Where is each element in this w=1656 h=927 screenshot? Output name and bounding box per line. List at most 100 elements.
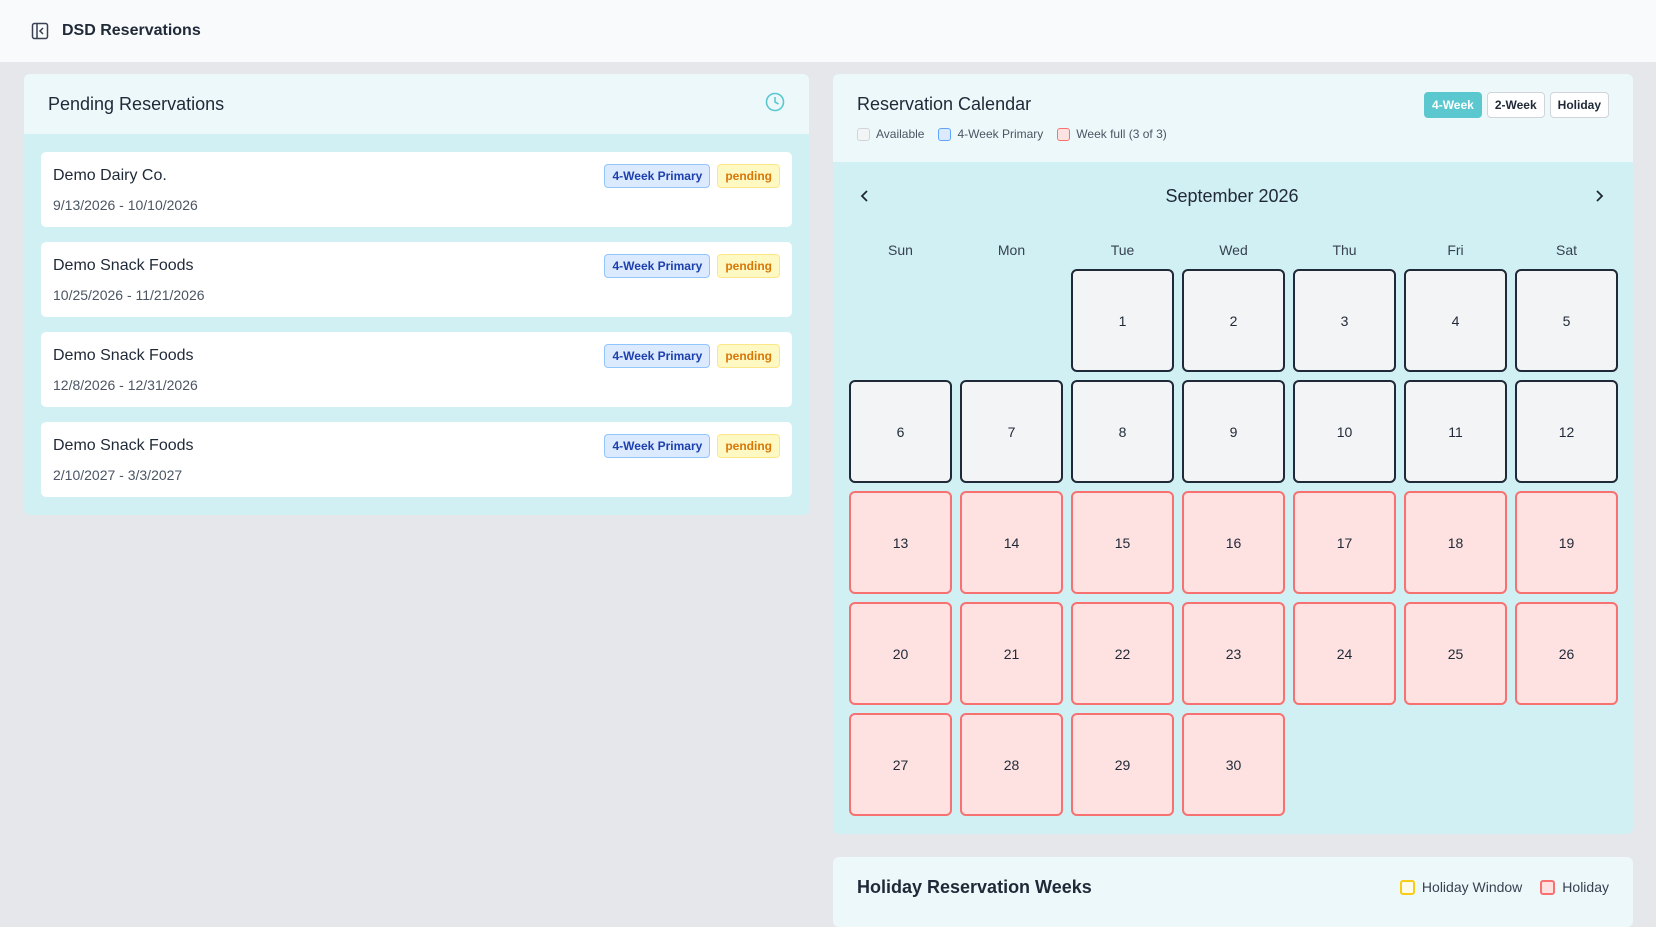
reservation-badges: 4-Week Primary pending [604,164,780,188]
day-cell[interactable]: 11 [1404,380,1507,483]
reservation-badges: 4-Week Primary pending [604,254,780,278]
pending-header: Pending Reservations [24,74,809,134]
legend-4week-primary: 4-Week Primary [938,127,1043,141]
day-cell[interactable]: 22 [1071,602,1174,705]
holiday-legend: Holiday Window Holiday [1399,879,1609,895]
next-month-button[interactable] [1589,186,1609,206]
day-cell[interactable]: 8 [1071,380,1174,483]
app-title: DSD Reservations [62,22,201,39]
reservation-dates: 9/13/2026 - 10/10/2026 [53,197,198,213]
day-cell[interactable]: 3 [1293,269,1396,372]
day-cell[interactable]: 25 [1404,602,1507,705]
type-badge: 4-Week Primary [604,164,711,188]
legend-holiday-window: Holiday Window [1399,879,1523,895]
legend-label: Holiday Window [1421,879,1523,895]
pending-list: Demo Dairy Co. 9/13/2026 - 10/10/2026 4-We… [24,134,809,515]
day-cell[interactable]: 7 [960,380,1063,483]
pending-reservations-panel: Pending Reservations Demo Dairy Co. 9/13/… [24,74,809,515]
status-badge: pending [717,434,780,458]
status-badge: pending [717,254,780,278]
day-cell[interactable]: 20 [849,602,952,705]
day-cell[interactable]: 6 [849,380,952,483]
view-button-holiday[interactable]: Holiday [1549,92,1609,118]
legend-label: Holiday [1562,879,1609,895]
empty-day-cell [849,269,952,372]
reservation-dates: 2/10/2027 - 3/3/2027 [53,467,183,483]
holiday-title: Holiday Reservation Weeks [857,877,1092,897]
weekday-label: Mon [997,241,1026,258]
reservation-calendar-panel: Reservation Calendar 4-Week 2-Week Holiday… [833,74,1633,834]
reservation-card[interactable]: Demo Dairy Co. 9/13/2026 - 10/10/2026 4-We… [41,152,792,227]
weekday-label: Thu [1332,241,1357,258]
day-cell[interactable]: 21 [960,602,1063,705]
calendar-legend: Available 4-Week Primary Week full (3 of… [857,127,1609,141]
empty-day-cell [960,269,1063,372]
reservation-card[interactable]: Demo Snack Foods 10/25/2026 - 11/21/2026 4… [41,242,792,317]
day-grid: 1 2 3 4 5 6 7 8 9 10 11 12 13 14 15 16 17 18 19 20 21 22 23 24 2… [849,269,1618,816]
sidebar-collapse-icon[interactable] [30,21,50,41]
reservation-dates: 10/25/2026 - 11/21/2026 [53,287,205,303]
day-cell[interactable]: 23 [1182,602,1285,705]
reservation-card[interactable]: Demo Snack Foods 2/10/2027 - 3/3/2027 4-We… [41,422,792,497]
prev-month-button[interactable] [855,186,875,206]
type-badge: 4-Week Primary [604,254,711,278]
available-swatch [857,127,870,141]
day-cell[interactable]: 1 [1071,269,1174,372]
holiday-weeks-panel: Holiday Reservation Weeks Holiday Window… [833,857,1633,927]
primary-swatch [938,127,952,141]
legend-available: Available [857,127,924,141]
reservation-dates: 12/8/2026 - 12/31/2026 [53,377,198,393]
day-cell[interactable]: 12 [1515,380,1618,483]
reservation-badges: 4-Week Primary pending [604,344,780,368]
day-cell[interactable]: 17 [1293,491,1396,594]
type-badge: 4-Week Primary [604,434,711,458]
day-cell[interactable]: 24 [1293,602,1396,705]
day-cell[interactable]: 14 [960,491,1063,594]
clock-icon [765,92,785,117]
weekday-label: Sun [888,241,913,258]
status-badge: pending [717,164,780,188]
day-cell[interactable]: 18 [1404,491,1507,594]
pending-title: Pending Reservations [48,93,225,114]
weekday-label: Fri [1447,241,1464,258]
top-bar: DSD Reservations [0,0,1656,63]
holiday-swatch [1540,879,1556,895]
full-swatch [1057,127,1071,141]
reservation-badges: 4-Week Primary pending [604,434,780,458]
view-button-2-week[interactable]: 2-Week [1486,92,1545,118]
legend-holiday: Holiday [1540,879,1609,895]
holiday-window-swatch [1399,879,1415,895]
day-cell[interactable]: 10 [1293,380,1396,483]
weekday-label: Sat [1555,241,1577,258]
month-label: September 2026 [1165,185,1299,206]
chevron-left-icon [860,190,868,202]
day-cell[interactable]: 15 [1071,491,1174,594]
calendar-grid: Sun Mon Tue Wed Thu Fri Sat 1 2 3 4 5 6 7 8 9 10 11 12 13 1… [833,230,1633,816]
legend-label: 4-Week Primary [957,127,1044,141]
month-navigation: September 2026 [833,162,1633,230]
view-toggle: 4-Week 2-Week Holiday [1424,92,1609,118]
legend-label: Week full (3 of 3) [1076,127,1167,141]
day-cell[interactable]: 27 [849,713,952,816]
legend-week-full: Week full (3 of 3) [1057,127,1167,141]
calendar-header: Reservation Calendar 4-Week 2-Week Holiday… [833,74,1633,162]
day-cell[interactable]: 28 [960,713,1063,816]
day-cell[interactable]: 13 [849,491,952,594]
day-cell[interactable]: 30 [1182,713,1285,816]
chevron-right-icon [1596,190,1604,202]
view-button-4-week[interactable]: 4-Week [1424,92,1482,118]
day-cell[interactable]: 9 [1182,380,1285,483]
weekday-header: Sun Mon Tue Wed Thu Fri Sat [849,230,1616,269]
weekday-label: Tue [1110,241,1135,258]
type-badge: 4-Week Primary [604,344,711,368]
reservation-card[interactable]: Demo Snack Foods 12/8/2026 - 12/31/2026 4-… [41,332,792,407]
day-cell[interactable]: 29 [1071,713,1174,816]
day-cell[interactable]: 5 [1515,269,1618,372]
status-badge: pending [717,344,780,368]
day-cell[interactable]: 16 [1182,491,1285,594]
day-cell[interactable]: 4 [1404,269,1507,372]
day-cell[interactable]: 26 [1515,602,1618,705]
day-cell[interactable]: 19 [1515,491,1618,594]
weekday-label: Wed [1219,241,1248,258]
day-cell[interactable]: 2 [1182,269,1285,372]
